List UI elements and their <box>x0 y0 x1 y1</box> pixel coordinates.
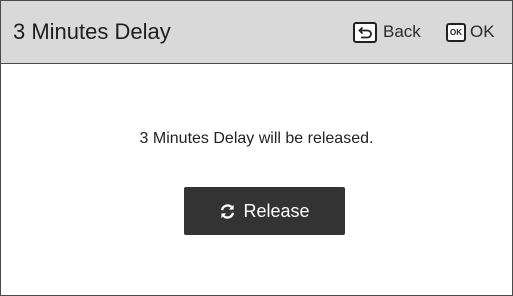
ok-button[interactable]: OK OK <box>446 18 495 46</box>
back-label: Back <box>383 22 421 41</box>
back-button[interactable]: Back <box>353 18 421 46</box>
delay-release-screen: 3 Minutes Delay Back OK OK 3 Minutes Del… <box>0 0 513 296</box>
release-message: 3 Minutes Delay will be released. <box>139 130 374 147</box>
page-title: 3 Minutes Delay <box>13 19 171 44</box>
ok-key-icon: OK <box>446 22 466 42</box>
refresh-icon <box>219 203 236 220</box>
release-label: Release <box>243 201 310 221</box>
ok-label: OK <box>470 22 495 41</box>
header-bar: 3 Minutes Delay Back OK OK <box>1 1 512 64</box>
release-button[interactable]: Release <box>184 187 345 235</box>
ok-key-icon-text: OK <box>450 27 462 37</box>
back-return-icon <box>353 21 377 43</box>
